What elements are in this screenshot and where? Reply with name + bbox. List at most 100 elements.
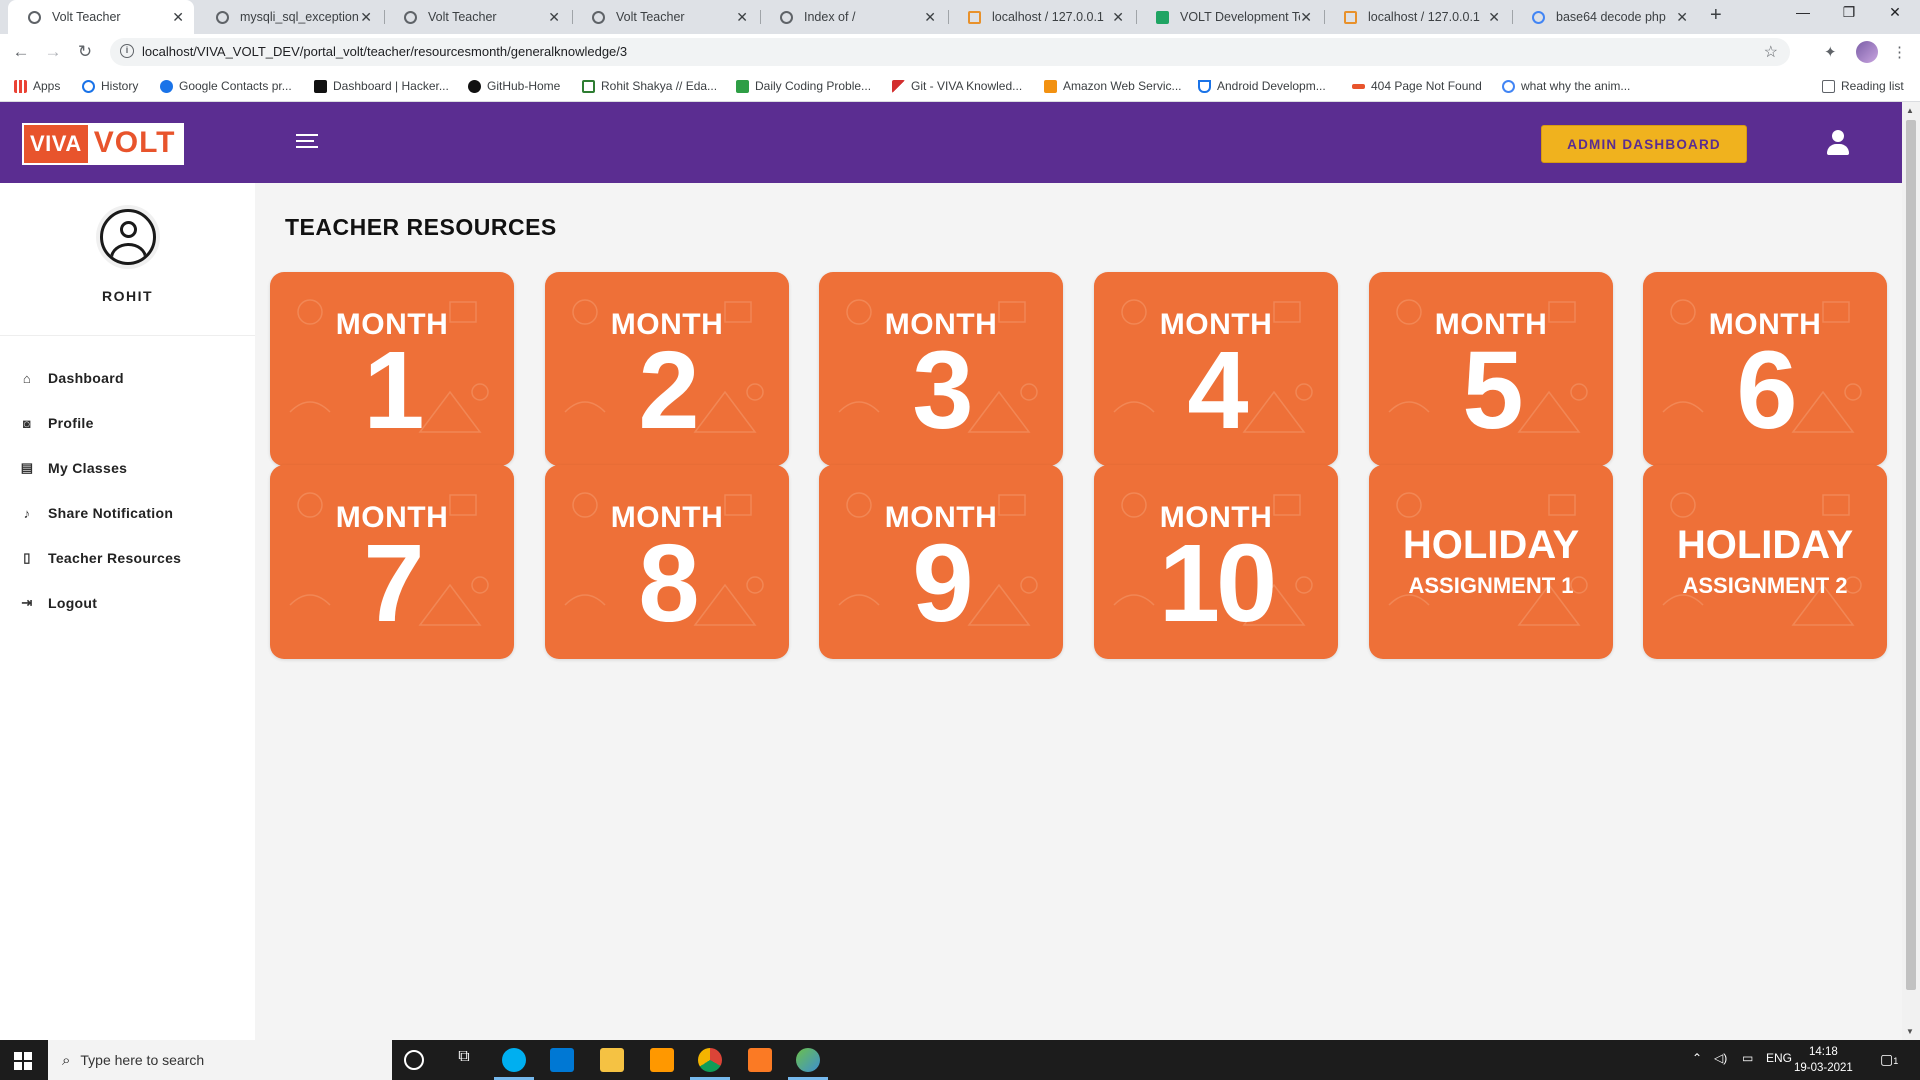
bookmark-apps[interactable]: Apps: [14, 79, 60, 93]
windows-start-icon[interactable]: [14, 1052, 32, 1070]
menu-kebab-icon[interactable]: ⋮: [1892, 43, 1907, 61]
logo-viva-text: VIVA: [30, 131, 82, 156]
sidebar-item-teacher-resources[interactable]: ▯ Teacher Resources: [20, 547, 181, 569]
scroll-up-icon[interactable]: ▲: [1906, 106, 1914, 115]
reload-icon[interactable]: ↻: [74, 42, 96, 62]
close-window-icon[interactable]: ✕: [1872, 4, 1918, 21]
tab-mysqli[interactable]: mysqli_sql_exception ✕: [196, 0, 382, 34]
sublime-text-icon[interactable]: [650, 1048, 674, 1072]
bookmark-anim[interactable]: what why the anim...: [1502, 79, 1630, 93]
info-icon[interactable]: i: [120, 44, 134, 58]
tab-base64[interactable]: base64 decode php - G ✕: [1512, 0, 1698, 34]
page-scrollbar[interactable]: ▲ ▼: [1902, 102, 1920, 1040]
bookmark-github[interactable]: GitHub-Home: [468, 79, 560, 93]
back-icon[interactable]: ←: [10, 42, 32, 62]
close-tab-icon[interactable]: ✕: [1300, 9, 1312, 26]
forward-icon[interactable]: →: [42, 42, 64, 62]
user-account-icon[interactable]: [1826, 130, 1850, 156]
skype-icon[interactable]: [502, 1048, 526, 1072]
sidebar-item-profile[interactable]: ◙ Profile: [20, 412, 94, 434]
sidebar-item-dashboard[interactable]: ⌂ Dashboard: [20, 367, 124, 389]
tab-index-of[interactable]: Index of / ✕: [760, 0, 946, 34]
tab-volt-teacher-2[interactable]: Volt Teacher ✕: [384, 0, 570, 34]
bookmark-android[interactable]: Android Developm...: [1198, 79, 1326, 93]
taskbar-clock[interactable]: 14:18 19-03-2021: [1794, 1044, 1853, 1076]
xampp-icon[interactable]: [748, 1048, 772, 1072]
bookmark-label: Apps: [33, 79, 61, 93]
phpmyadmin-icon: [1344, 10, 1357, 24]
volume-icon[interactable]: ◁): [1714, 1051, 1727, 1065]
month-card-7[interactable]: MONTH 7: [270, 465, 514, 659]
month-card-9[interactable]: MONTH 9: [819, 465, 1063, 659]
tab-volt-teacher[interactable]: Volt Teacher ✕: [8, 0, 194, 34]
cortana-icon[interactable]: [404, 1050, 424, 1070]
taskbar-search-input[interactable]: ⌕ Type here to search: [48, 1040, 392, 1080]
notification-count: 1: [1893, 1056, 1899, 1066]
mail-icon[interactable]: [550, 1048, 574, 1072]
month-card-8[interactable]: MONTH 8: [545, 465, 789, 659]
sidebar-item-logout[interactable]: ⇥ Logout: [20, 592, 97, 614]
admin-dashboard-button[interactable]: ADMIN DASHBOARD: [1541, 125, 1747, 163]
month-card-10[interactable]: MONTH 10: [1094, 465, 1338, 659]
month-number: 5: [1462, 329, 1523, 452]
month-card-4[interactable]: MONTH 4: [1094, 272, 1338, 466]
profile-avatar[interactable]: [1856, 41, 1878, 63]
tray-chevron-icon[interactable]: ⌃: [1692, 1051, 1702, 1065]
close-tab-icon[interactable]: ✕: [548, 9, 560, 26]
close-tab-icon[interactable]: ✕: [1676, 9, 1688, 26]
hamburger-menu-icon[interactable]: [296, 134, 318, 152]
close-tab-icon[interactable]: ✕: [360, 9, 372, 26]
month-number: 6: [1736, 329, 1797, 452]
chrome-icon[interactable]: [698, 1048, 722, 1072]
camera-icon: ◙: [22, 415, 32, 431]
bookmark-star-icon[interactable]: ☆: [1764, 42, 1778, 62]
bookmark-git-viva[interactable]: Git - VIVA Knowled...: [892, 79, 1022, 93]
network-icon[interactable]: ▭: [1742, 1051, 1753, 1065]
url-input[interactable]: i localhost/VIVA_VOLT_DEV/portal_volt/te…: [110, 38, 1790, 66]
tab-volt-teacher-3[interactable]: Volt Teacher ✕: [572, 0, 758, 34]
viva-volt-logo[interactable]: VIVA VOLT: [22, 123, 184, 165]
scrollbar-thumb[interactable]: [1906, 120, 1916, 990]
reading-list[interactable]: Reading list: [1822, 79, 1904, 93]
close-tab-icon[interactable]: ✕: [924, 9, 936, 26]
bookmark-404[interactable]: 404 Page Not Found: [1352, 79, 1482, 93]
notification-center-icon[interactable]: ▢1: [1880, 1051, 1898, 1068]
sidebar-item-share-notification[interactable]: ♪ Share Notification: [20, 502, 173, 524]
close-tab-icon[interactable]: ✕: [736, 9, 748, 26]
bookmark-daily-coding[interactable]: Daily Coding Proble...: [736, 79, 871, 93]
extensions-icon[interactable]: ✦: [1824, 43, 1837, 61]
holiday-assignment-2-card[interactable]: HOLIDAY ASSIGNMENT 2: [1643, 465, 1887, 659]
minimize-icon[interactable]: —: [1780, 4, 1826, 20]
close-tab-icon[interactable]: ✕: [1112, 9, 1124, 26]
bookmark-edabit[interactable]: Rohit Shakya // Eda...: [582, 79, 717, 93]
task-view-icon[interactable]: ⧉: [452, 1048, 476, 1072]
language-indicator[interactable]: ENG: [1766, 1051, 1792, 1065]
new-tab-icon[interactable]: +: [1710, 4, 1722, 27]
bookmark-hackerrank[interactable]: Dashboard | Hacker...: [314, 79, 449, 93]
volt-icon: [1352, 83, 1365, 89]
close-tab-icon[interactable]: ✕: [1488, 9, 1500, 26]
tab-localhost-1[interactable]: localhost / 127.0.0.1 / v ✕: [948, 0, 1134, 34]
month-card-2[interactable]: MONTH 2: [545, 272, 789, 466]
month-card-3[interactable]: MONTH 3: [819, 272, 1063, 466]
tab-localhost-2[interactable]: localhost / 127.0.0.1 / v ✕: [1324, 0, 1510, 34]
bookmark-google-contacts[interactable]: Google Contacts pr...: [160, 79, 292, 93]
sidebar-item-label: My Classes: [48, 460, 128, 476]
holiday-assignment-1-card[interactable]: HOLIDAY ASSIGNMENT 1: [1369, 465, 1613, 659]
month-card-6[interactable]: MONTH 6: [1643, 272, 1887, 466]
file-explorer-icon[interactable]: [600, 1048, 624, 1072]
paint-icon[interactable]: [796, 1048, 820, 1072]
bookmark-aws[interactable]: Amazon Web Servic...: [1044, 79, 1182, 93]
home-icon: ⌂: [22, 370, 32, 386]
app-header: VIVA VOLT ADMIN DASHBOARD: [0, 102, 1902, 183]
archive-icon: ▤: [20, 460, 34, 475]
tab-volt-development[interactable]: VOLT Development Tes ✕: [1136, 0, 1322, 34]
restore-icon[interactable]: ❐: [1826, 4, 1872, 21]
close-tab-icon[interactable]: ✕: [172, 9, 184, 26]
scroll-down-icon[interactable]: ▼: [1906, 1027, 1914, 1036]
sidebar-item-my-classes[interactable]: ▤ My Classes: [20, 457, 127, 479]
bookmark-history[interactable]: History: [82, 79, 138, 93]
month-card-1[interactable]: MONTH 1: [270, 272, 514, 466]
month-card-5[interactable]: MONTH 5: [1369, 272, 1613, 466]
google-icon: [1532, 10, 1545, 24]
